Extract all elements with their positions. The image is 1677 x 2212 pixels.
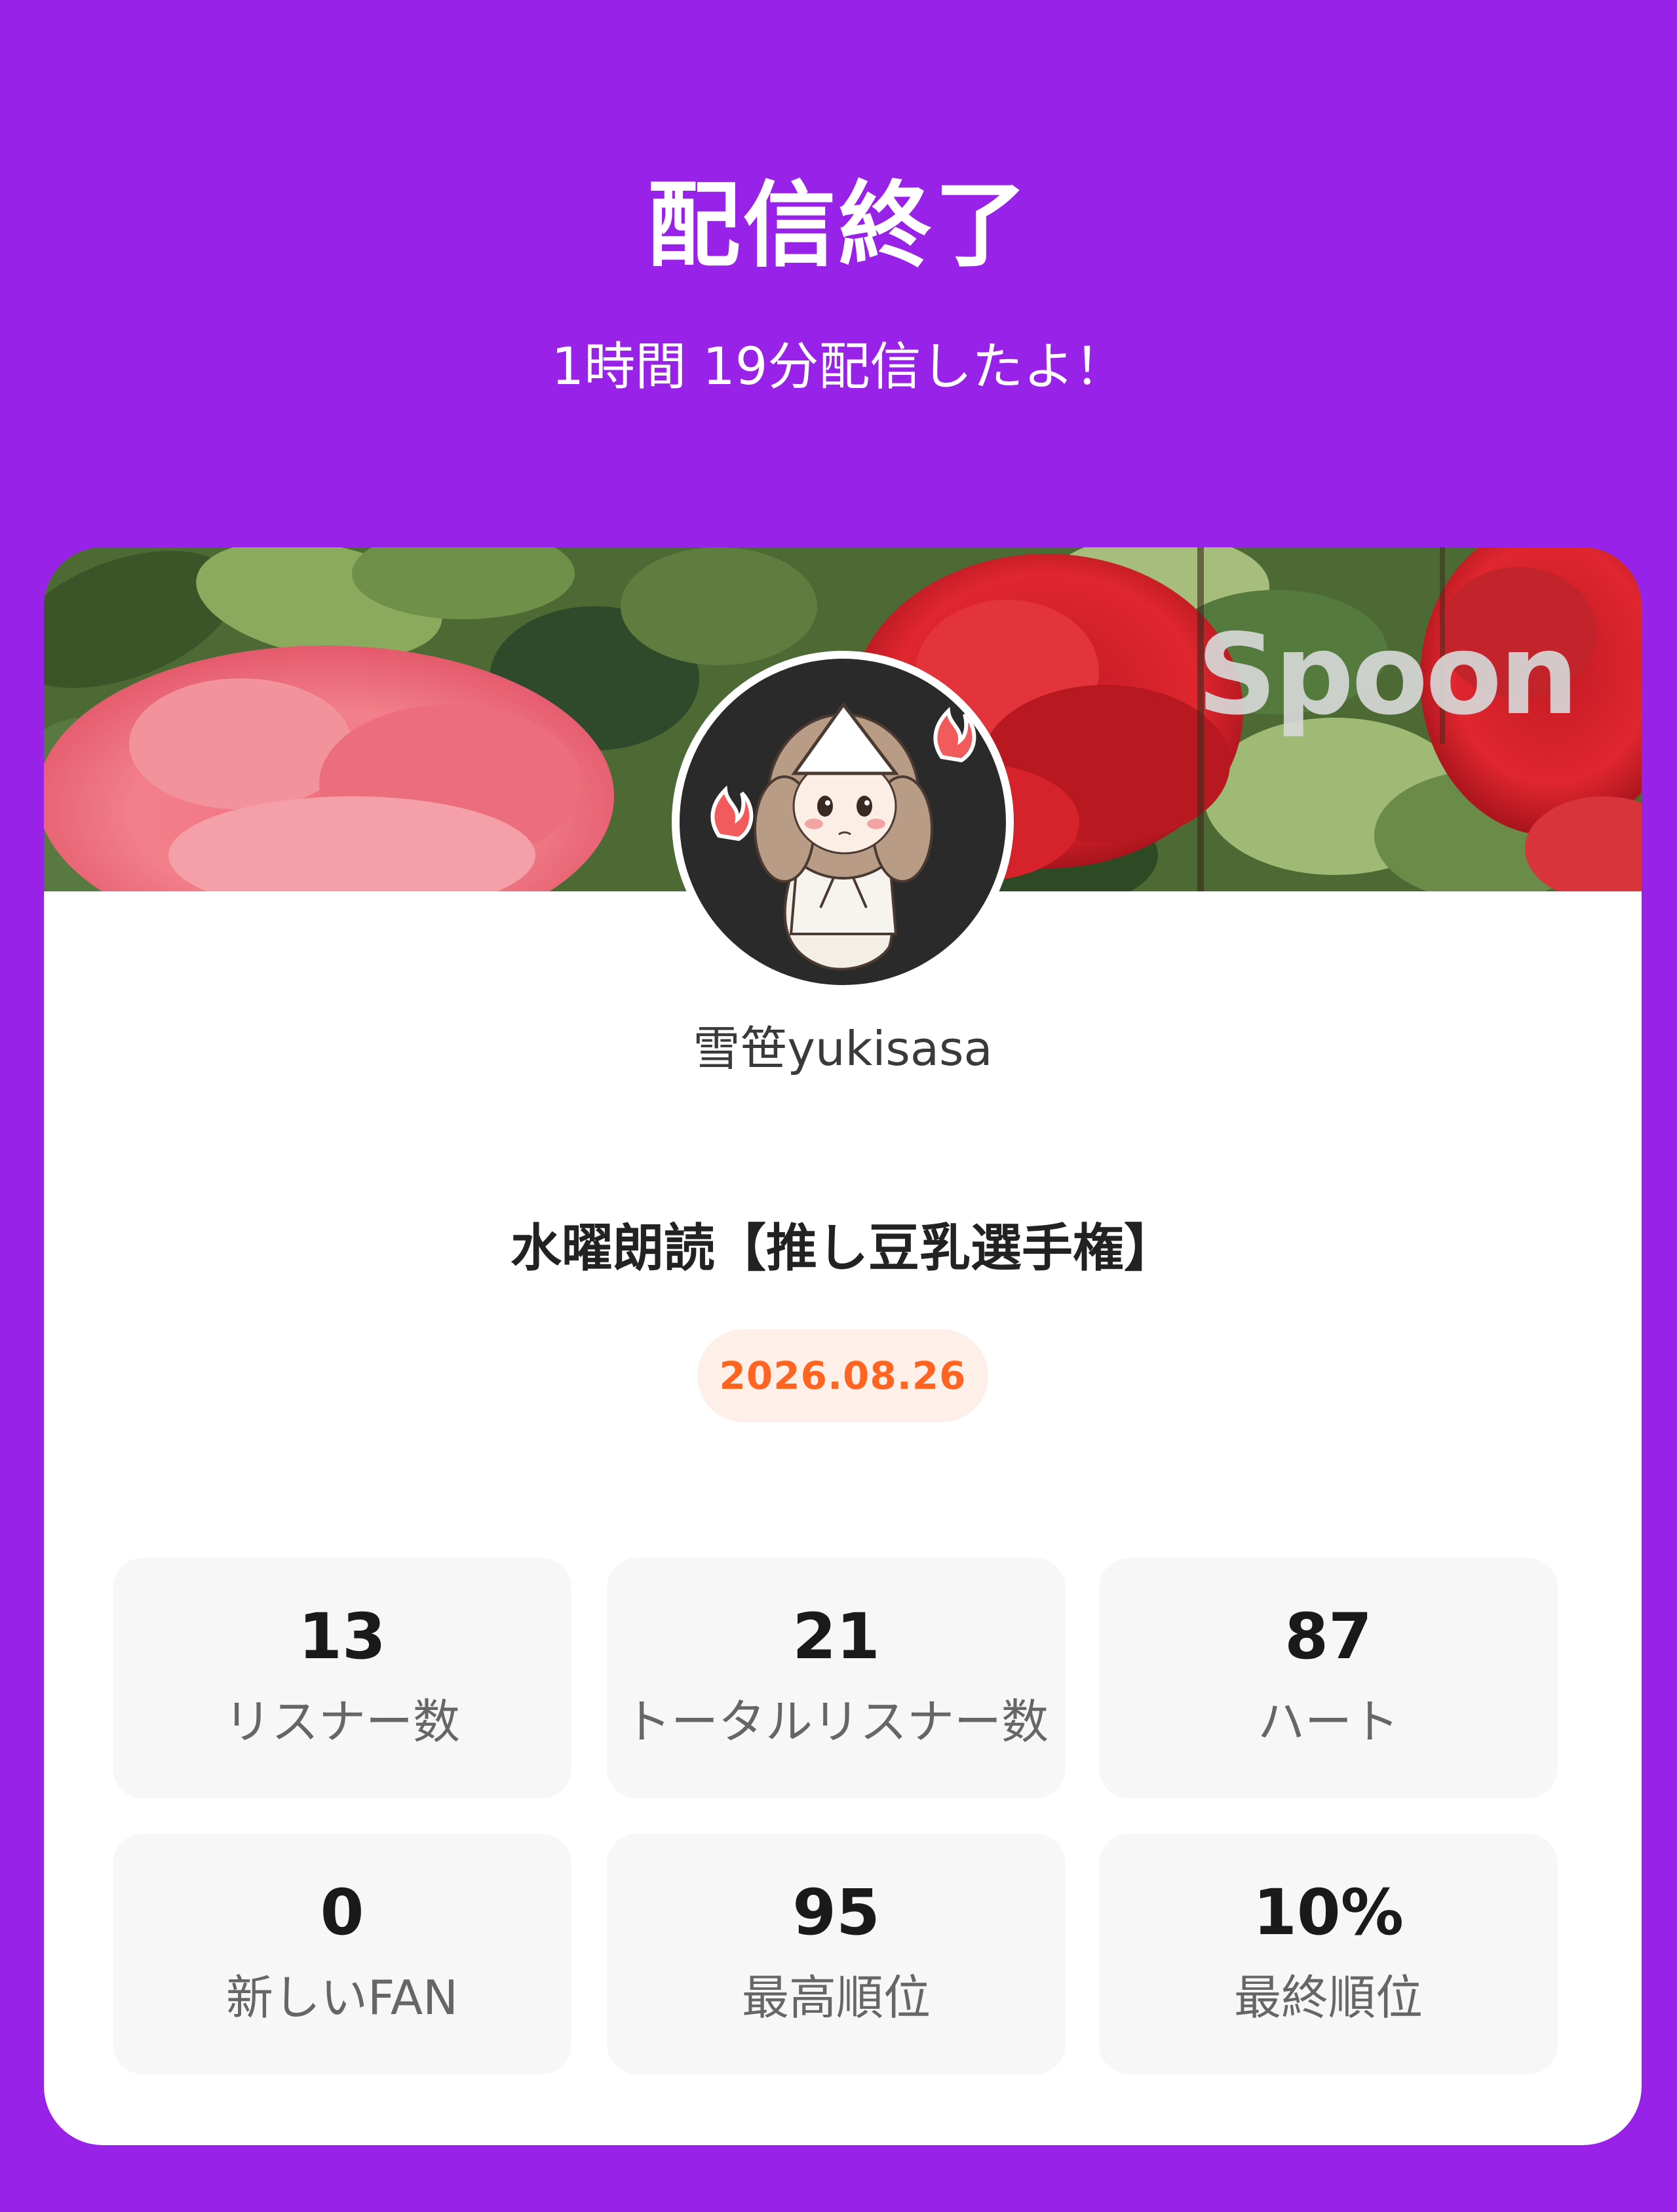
result-card: Spoon 雪笹yukisasa 水曜朗読【推し豆乳選手権】 2026.08.2…: [44, 547, 1642, 2145]
stat-label: 最高順位: [741, 1970, 931, 2025]
stat-value: 21: [792, 1600, 880, 1673]
stat-value: 13: [298, 1600, 386, 1673]
stat-value: 87: [1284, 1600, 1372, 1673]
spoon-logo: Spoon: [1197, 610, 1579, 740]
avatar[interactable]: [672, 651, 1014, 993]
live-title: 水曜朗読【推し豆乳選手権】: [510, 1219, 1175, 1278]
stat-label: トータルリスナー数: [623, 1694, 1049, 1749]
header-subtitle: 1時間 19分配信したよ！: [551, 338, 1126, 397]
stat-final-rank: 10% 最終順位: [1099, 1834, 1558, 2074]
stat-hearts: 87 ハート: [1099, 1558, 1558, 1798]
stat-label: リスナー数: [223, 1694, 460, 1749]
stat-label: ハート: [1257, 1694, 1399, 1749]
username[interactable]: 雪笹yukisasa: [44, 1016, 1642, 1081]
stat-value: 0: [320, 1876, 364, 1949]
stat-value: 10%: [1253, 1876, 1404, 1949]
stat-total-listeners: 21 トータルリスナー数: [607, 1558, 1066, 1798]
header-title: 配信終了: [647, 172, 1030, 280]
stat-new-fans: 0 新しいFAN: [113, 1834, 571, 2074]
stat-value: 95: [792, 1876, 880, 1949]
stat-listeners: 13 リスナー数: [113, 1558, 571, 1798]
date-badge: 2026.08.26: [697, 1329, 988, 1422]
ghost-girl-avatar-icon: [680, 659, 1006, 985]
stat-best-rank: 95 最高順位: [607, 1834, 1066, 2074]
stat-label: 新しいFAN: [226, 1970, 458, 2025]
stat-label: 最終順位: [1233, 1970, 1423, 2025]
